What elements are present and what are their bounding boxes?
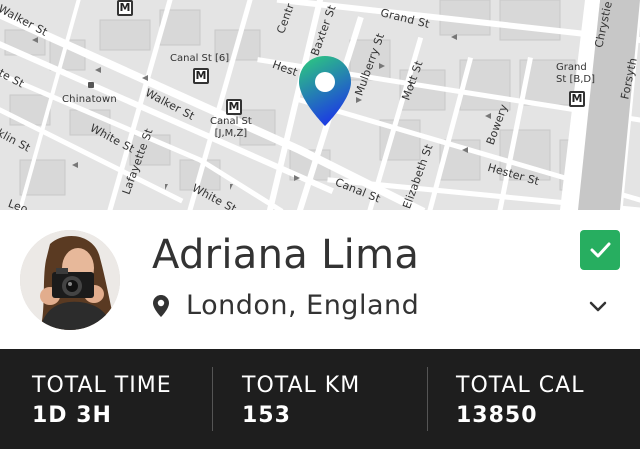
map-view[interactable]: Walker St Walker St te St klin St White …	[0, 0, 640, 210]
metro-icon[interactable]: M	[193, 68, 209, 84]
stat-divider	[212, 367, 213, 431]
chevron-down-icon[interactable]	[588, 300, 608, 314]
profile-card: Adriana Lima London, England	[0, 210, 640, 349]
map-pin-icon[interactable]	[297, 54, 353, 128]
stat-divider	[427, 367, 428, 431]
stat-value: 1D 3H	[32, 403, 112, 428]
metro-icon[interactable]: M	[569, 91, 585, 107]
station-label: Canal St [J,M,Z]	[210, 116, 252, 139]
stat-label: TOTAL TIME	[32, 373, 172, 398]
verified-check-button[interactable]	[580, 230, 620, 270]
stat-value: 13850	[456, 403, 538, 428]
metro-icon[interactable]: M	[226, 99, 242, 115]
metro-icon[interactable]: M	[117, 0, 133, 16]
location-pin-icon	[153, 295, 169, 317]
profile-name: Adriana Lima	[152, 232, 420, 278]
station-label: Grand St [B,D]	[556, 62, 595, 85]
avatar-image	[20, 230, 120, 330]
check-icon	[590, 242, 611, 258]
station-label: Canal St [6]	[170, 53, 230, 64]
profile-location: London, England	[186, 290, 420, 321]
street-label: Chinatown	[62, 94, 117, 105]
poi-dot	[88, 82, 94, 88]
avatar[interactable]	[20, 230, 120, 330]
stat-value: 153	[242, 403, 291, 428]
stat-label: TOTAL KM	[242, 373, 361, 398]
stats-bar: TOTAL TIME 1D 3H TOTAL KM 153 TOTAL CAL …	[0, 349, 640, 449]
stat-label: TOTAL CAL	[456, 373, 585, 398]
